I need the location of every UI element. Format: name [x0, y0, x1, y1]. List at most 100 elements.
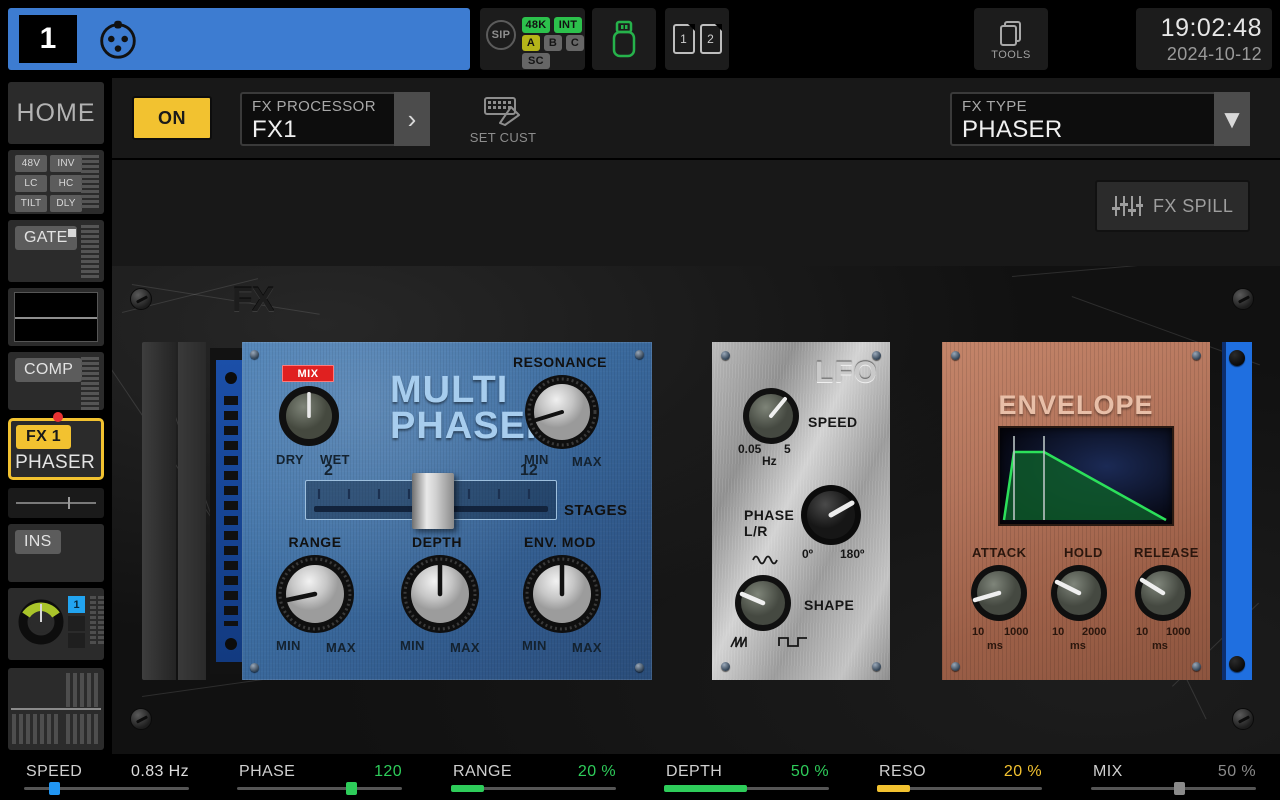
- preamp-lc-button[interactable]: LC: [15, 175, 47, 192]
- param-name-speed: SPEED: [26, 763, 82, 781]
- lfo-shape-knob[interactable]: [734, 574, 792, 632]
- param-slot-range[interactable]: RANGE 20 %: [427, 754, 640, 800]
- env-screw-bl: [951, 662, 960, 671]
- param-slot-reso[interactable]: RESO 20 %: [853, 754, 1066, 800]
- param-slot-depth[interactable]: DEPTH 50 %: [640, 754, 853, 800]
- badge-row-2: A B C: [522, 35, 584, 51]
- clock-source-badge: INT: [554, 17, 582, 33]
- chevron-down-icon[interactable]: ▼: [1214, 92, 1250, 146]
- tools-button[interactable]: TOOLS: [974, 8, 1048, 70]
- sidebar-item-preamp[interactable]: 48V INV LC HC TILT DLY: [8, 150, 104, 214]
- sidebar-item-gate[interactable]: GATE: [8, 220, 104, 282]
- preamp-tilt-button[interactable]: TILT: [15, 195, 47, 212]
- preamp-hc-button[interactable]: HC: [50, 175, 82, 192]
- status-meta-box: SIP 48K INT A B C SC: [480, 8, 585, 70]
- sip-button[interactable]: SIP: [486, 20, 516, 50]
- fx-processor-value: FX1: [252, 116, 297, 144]
- envelope-display: [998, 426, 1174, 526]
- preamp-dly-button[interactable]: DLY: [50, 195, 82, 212]
- lfo-panel: LFO SPEED 0.05 Hz 5: [712, 342, 890, 680]
- usb-drive-icon: [592, 8, 656, 70]
- lfo-phase-knob[interactable]: [800, 484, 862, 546]
- envmod-knob[interactable]: [522, 554, 602, 634]
- sd-card-1[interactable]: 1: [673, 24, 695, 54]
- range-knob[interactable]: [275, 554, 355, 634]
- lfo-shape-label: SHAPE: [804, 597, 854, 613]
- param-value-depth: 50 %: [791, 763, 829, 781]
- bus-meter-left: [90, 596, 96, 644]
- mix-knob[interactable]: [278, 385, 340, 447]
- stages-handle[interactable]: [412, 473, 454, 529]
- param-slot-mix[interactable]: MIX 50 %: [1067, 754, 1280, 800]
- param-track-phase[interactable]: [237, 787, 402, 790]
- param-track-range[interactable]: [451, 787, 616, 790]
- right-rail-screw-top: [1229, 350, 1245, 366]
- lfo-phase-max: 180º: [840, 547, 864, 561]
- rack-rail-left: [142, 342, 176, 680]
- fx-spill-button[interactable]: FX SPILL: [1095, 180, 1250, 232]
- hold-knob[interactable]: [1050, 564, 1108, 622]
- attack-label: ATTACK: [972, 545, 1027, 560]
- layer-b-badge[interactable]: B: [544, 35, 562, 51]
- sidebar-fx-send-slider[interactable]: [8, 488, 104, 518]
- envelope-panel: ENVELOPE ATTACK: [942, 342, 1210, 680]
- param-track-reso[interactable]: [877, 787, 1042, 790]
- set-cust-button[interactable]: SET CUST: [464, 94, 542, 145]
- channel-strip-header[interactable]: 1: [8, 8, 470, 70]
- sidechain-badge[interactable]: SC: [522, 53, 550, 69]
- clock-box[interactable]: 19:02:48 2024-10-12: [1136, 8, 1272, 70]
- param-slot-phase[interactable]: PHASE 120: [213, 754, 426, 800]
- layer-a-badge[interactable]: A: [522, 35, 540, 51]
- layer-c-badge[interactable]: C: [566, 35, 584, 51]
- preamp-48v-button[interactable]: 48V: [15, 155, 47, 172]
- env-screw-br: [1192, 662, 1201, 671]
- param-fill-range: [451, 785, 484, 792]
- param-track-speed[interactable]: [24, 787, 189, 790]
- fx-type-selector[interactable]: FX TYPE PHASER ▼: [950, 92, 1250, 146]
- mix-badge: MIX: [282, 365, 334, 382]
- param-name-depth: DEPTH: [666, 763, 722, 781]
- attack-knob[interactable]: [970, 564, 1028, 622]
- param-slot-speed[interactable]: SPEED 0.83 Hz: [0, 754, 213, 800]
- chevron-right-icon[interactable]: ›: [394, 92, 430, 146]
- lfo-screw-br: [872, 662, 881, 671]
- preamp-inv-button[interactable]: INV: [50, 155, 82, 172]
- fx-processor-selector[interactable]: FX PROCESSOR FX1 ›: [240, 92, 430, 146]
- sidebar-item-fx1[interactable]: FX 1 PHASER: [8, 418, 104, 480]
- sd-card-2[interactable]: 2: [700, 24, 722, 54]
- stages-slider[interactable]: [305, 480, 557, 520]
- fx-on-button[interactable]: ON: [132, 96, 212, 140]
- tools-label: TOOLS: [991, 49, 1031, 61]
- resonance-label: RESONANCE: [500, 354, 620, 370]
- param-handle-phase: [346, 782, 357, 795]
- param-fill-reso: [877, 785, 910, 792]
- sidebar-item-fader[interactable]: [8, 668, 104, 750]
- depth-knob[interactable]: [400, 554, 480, 634]
- bus-badge[interactable]: 1: [68, 596, 85, 613]
- release-knob[interactable]: [1134, 564, 1192, 622]
- param-track-mix[interactable]: [1091, 787, 1256, 790]
- bus-slot-2[interactable]: [68, 616, 85, 631]
- param-track-depth[interactable]: [664, 787, 829, 790]
- pan-knob-icon[interactable]: [16, 596, 66, 646]
- sidebar-item-eq[interactable]: [8, 288, 104, 346]
- sd-card-status-button[interactable]: 1 2: [665, 8, 729, 70]
- fader-meter-top-right: [66, 673, 100, 707]
- lfo-speed-knob[interactable]: [742, 387, 800, 445]
- channel-number: 1: [19, 15, 77, 63]
- bus-meter-right: [98, 596, 104, 644]
- hold-min: 10: [1052, 626, 1064, 638]
- resonance-knob[interactable]: [524, 374, 600, 450]
- ins-label: INS: [15, 530, 61, 554]
- sidebar-item-pan[interactable]: 1: [8, 588, 104, 660]
- lfo-phase-label-2: L/R: [744, 523, 768, 539]
- bus-slot-3[interactable]: [68, 633, 85, 648]
- fx-send-handle[interactable]: [68, 497, 70, 509]
- sidebar-item-insert[interactable]: INS: [8, 524, 104, 582]
- sidebar-item-home[interactable]: HOME: [8, 82, 104, 144]
- usb-status-button[interactable]: [592, 8, 656, 70]
- fx-header-bar: ON FX PROCESSOR FX1 › SET CUST: [112, 78, 1280, 158]
- sidebar-item-comp[interactable]: COMP: [8, 352, 104, 410]
- fx-rack-area: FX MULTI PHASER: [112, 266, 1280, 754]
- preamp-level-ladder: [81, 155, 99, 208]
